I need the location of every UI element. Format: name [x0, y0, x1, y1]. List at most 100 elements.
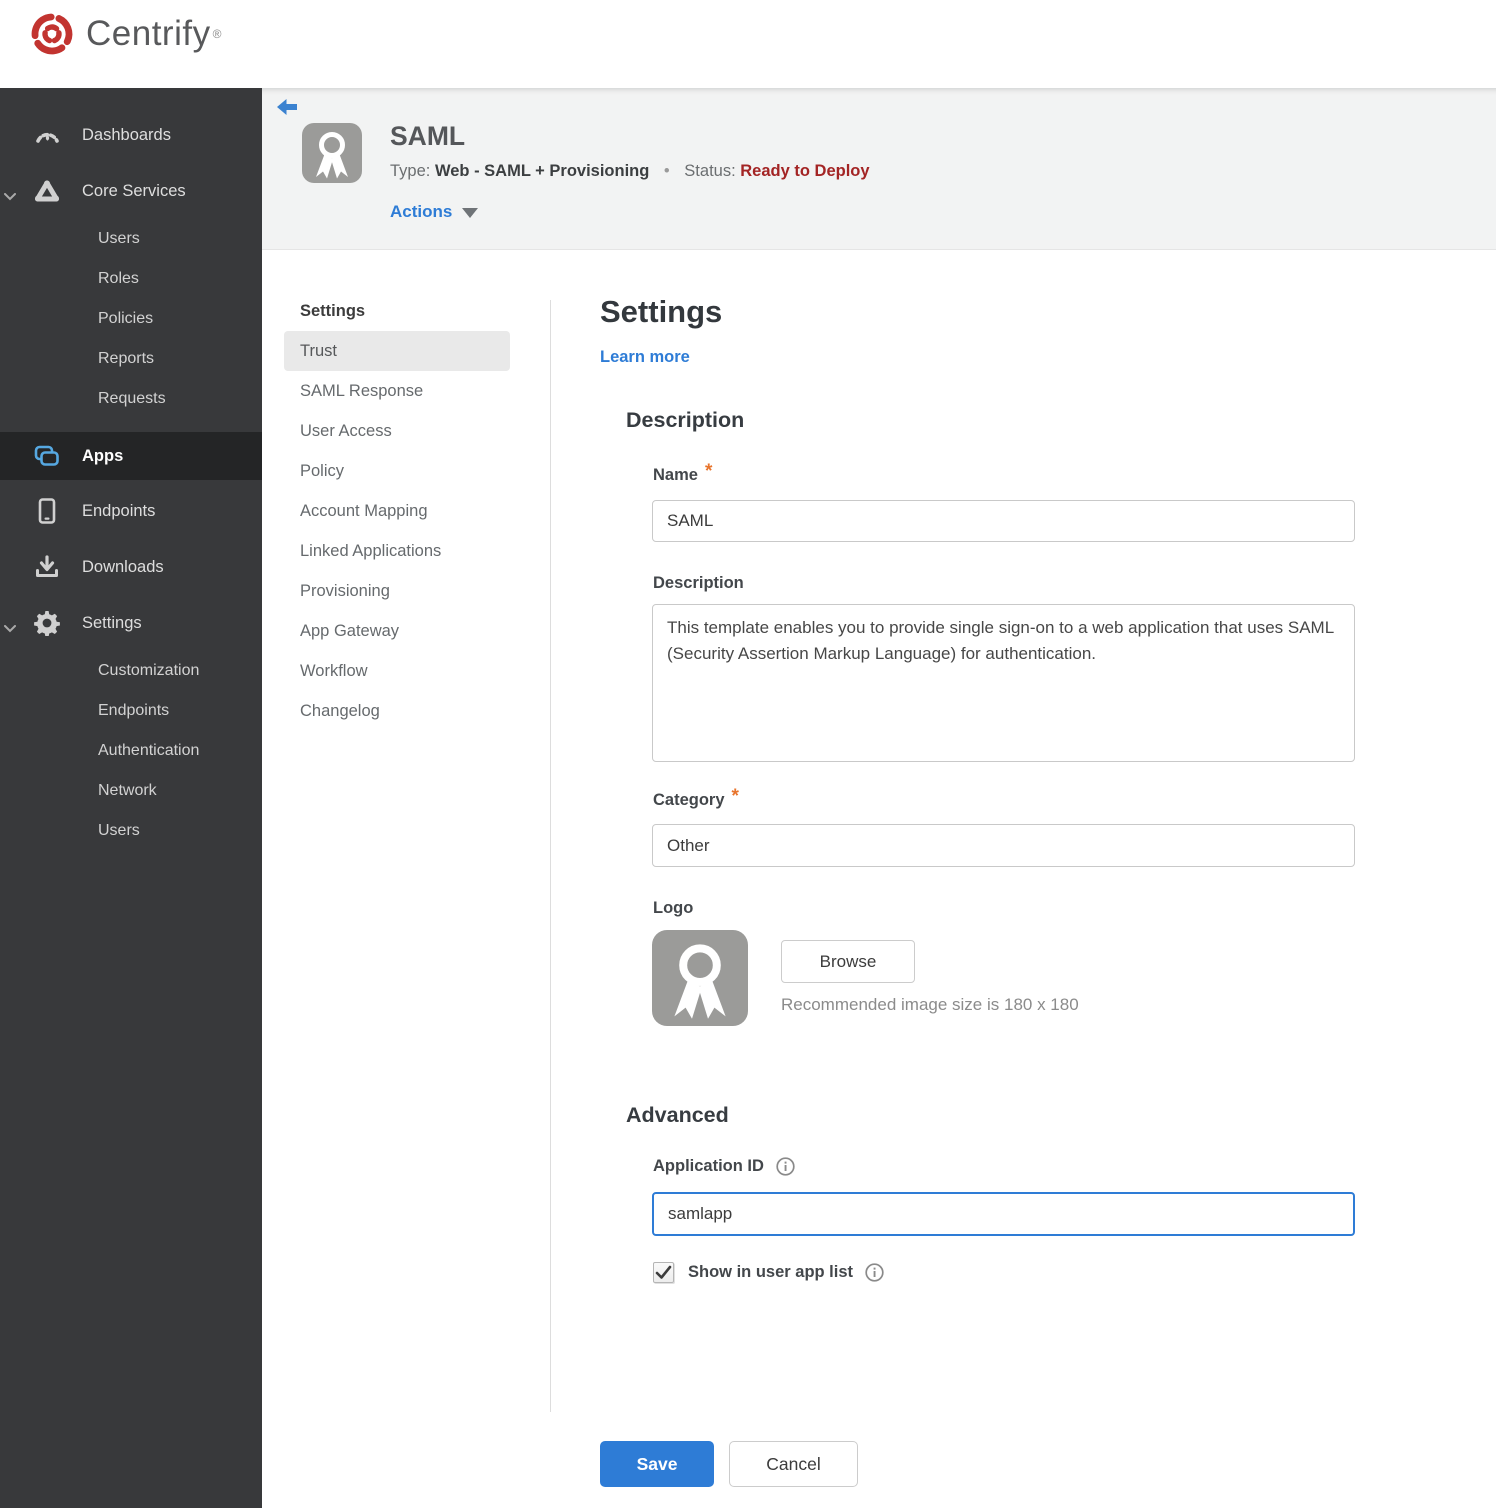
- info-icon[interactable]: [776, 1157, 795, 1176]
- caret-down-icon: [462, 208, 479, 218]
- subnav-item-account-mapping[interactable]: Account Mapping: [284, 491, 510, 531]
- app-logo-badge: [302, 123, 362, 183]
- sidebar-item-label: Dashboards: [82, 125, 171, 144]
- sidebar-item-authentication[interactable]: Authentication: [0, 731, 262, 771]
- description-label-text: Description: [653, 574, 744, 592]
- application-id-label-text: Application ID: [653, 1157, 764, 1175]
- actions-label: Actions: [390, 202, 453, 221]
- centrify-swirl-icon: [31, 13, 73, 55]
- name-input[interactable]: [652, 500, 1355, 542]
- sidebar-item-label: Downloads: [82, 557, 164, 576]
- info-icon[interactable]: [865, 1263, 884, 1282]
- top-bar: Centrify ®: [0, 0, 1496, 88]
- cancel-button[interactable]: Cancel: [729, 1441, 858, 1487]
- application-id-label: Application ID: [653, 1157, 795, 1176]
- sidebar-item-endpoints-settings[interactable]: Endpoints: [0, 691, 262, 731]
- sidebar-item-label: Customization: [98, 662, 200, 679]
- sidebar-item-reports[interactable]: Reports: [0, 339, 262, 379]
- logo-label-text: Logo: [653, 899, 694, 917]
- brand-name: Centrify: [86, 14, 211, 53]
- app-logo-preview: [652, 930, 748, 1026]
- sidebar-item-label: Roles: [98, 270, 139, 287]
- chevron-down-icon: [4, 187, 16, 206]
- required-asterisk: *: [704, 461, 713, 482]
- subnav-item-label: Changelog: [300, 701, 380, 720]
- sidebar-item-customization[interactable]: Customization: [0, 651, 262, 691]
- sidebar-item-policies[interactable]: Policies: [0, 299, 262, 339]
- description-section-heading: Description: [626, 408, 745, 432]
- core-services-submenu: Users Roles Policies Reports Requests: [0, 219, 262, 419]
- application-id-input[interactable]: [652, 1192, 1355, 1236]
- app-title: SAML: [390, 121, 466, 151]
- name-label-text: Name: [653, 465, 698, 484]
- sidebar-item-label: Policies: [98, 310, 154, 327]
- core-services-icon: [33, 179, 61, 203]
- sidebar-item-network[interactable]: Network: [0, 771, 262, 811]
- subnav-item-provisioning[interactable]: Provisioning: [284, 571, 510, 611]
- sidebar-item-settings[interactable]: Settings: [0, 599, 262, 647]
- sidebar-item-apps[interactable]: Apps: [0, 432, 262, 480]
- sidebar-nav: Dashboards Core Services Users Roles Pol…: [0, 88, 262, 1508]
- category-input[interactable]: [652, 824, 1355, 867]
- sidebar-item-downloads[interactable]: Downloads: [0, 543, 262, 591]
- subnav-item-label: Policy: [300, 461, 345, 480]
- save-button[interactable]: Save: [600, 1441, 714, 1487]
- description-textarea[interactable]: This template enables you to provide sin…: [652, 604, 1355, 762]
- sidebar-item-roles[interactable]: Roles: [0, 259, 262, 299]
- sidebar-item-core-services[interactable]: Core Services: [0, 167, 262, 215]
- back-arrow-icon[interactable]: [276, 98, 298, 116]
- show-in-user-app-list-label: Show in user app list: [688, 1263, 854, 1281]
- subnav-item-policy[interactable]: Policy: [284, 451, 510, 491]
- download-icon: [33, 555, 61, 579]
- subnav-item-linked-applications[interactable]: Linked Applications: [284, 531, 510, 571]
- sidebar-item-label: Settings: [82, 613, 142, 632]
- sidebar-item-label: Core Services: [82, 181, 186, 200]
- subnav-item-label: Workflow: [300, 661, 368, 680]
- sidebar-item-dashboards[interactable]: Dashboards: [0, 111, 262, 159]
- sidebar-item-label: Endpoints: [82, 501, 156, 520]
- subnav-item-user-access[interactable]: User Access: [284, 411, 510, 451]
- show-in-user-app-list-checkbox[interactable]: [653, 1262, 674, 1283]
- logo-size-hint: Recommended image size is 180 x 180: [781, 995, 1079, 1014]
- sidebar-item-label: Requests: [98, 390, 166, 407]
- meta-separator: •: [663, 162, 670, 180]
- description-label: Description: [653, 574, 744, 593]
- subnav-title: Settings: [300, 302, 366, 320]
- subnav-item-workflow[interactable]: Workflow: [284, 651, 510, 691]
- subnav-item-trust[interactable]: Trust: [284, 331, 510, 371]
- subnav-item-saml-response[interactable]: SAML Response: [284, 371, 510, 411]
- advanced-section-heading: Advanced: [626, 1103, 729, 1127]
- browse-button[interactable]: Browse: [781, 940, 915, 983]
- brand-trademark: ®: [212, 27, 222, 41]
- sidebar-item-label: Reports: [98, 350, 155, 367]
- sidebar-item-label: Endpoints: [98, 702, 170, 719]
- learn-more-link[interactable]: Learn more: [600, 348, 690, 367]
- category-label: Category *: [653, 786, 739, 811]
- gear-icon: [33, 610, 61, 636]
- ribbon-icon: [674, 944, 726, 1019]
- app-meta: Type: Web - SAML + Provisioning • Status…: [390, 162, 870, 181]
- sidebar-item-label: Users: [98, 822, 140, 839]
- status-label: Status:: [684, 162, 736, 180]
- subnav-item-label: Trust: [300, 341, 337, 360]
- sidebar-item-endpoints[interactable]: Endpoints: [0, 487, 262, 535]
- subnav-item-label: App Gateway: [300, 621, 400, 640]
- chevron-down-icon: [4, 619, 16, 638]
- required-asterisk: *: [731, 786, 739, 807]
- smartphone-icon: [33, 498, 61, 524]
- sidebar-item-requests[interactable]: Requests: [0, 379, 262, 419]
- vertical-divider: [550, 300, 551, 1412]
- subnav-item-label: Account Mapping: [300, 501, 428, 520]
- subnav-item-app-gateway[interactable]: App Gateway: [284, 611, 510, 651]
- show-in-user-app-list-row: Show in user app list: [653, 1262, 884, 1283]
- subnav-item-label: User Access: [300, 421, 392, 440]
- sidebar-item-users-settings[interactable]: Users: [0, 811, 262, 851]
- status-value: Ready to Deploy: [740, 162, 870, 180]
- subnav-item-changelog[interactable]: Changelog: [284, 691, 510, 731]
- logo-label: Logo: [653, 899, 693, 918]
- type-value: Web - SAML + Provisioning: [434, 162, 650, 180]
- sidebar-item-label: Apps: [82, 446, 124, 465]
- sidebar-item-users[interactable]: Users: [0, 219, 262, 259]
- actions-dropdown[interactable]: Actions: [390, 202, 479, 222]
- type-label: Type:: [390, 162, 431, 180]
